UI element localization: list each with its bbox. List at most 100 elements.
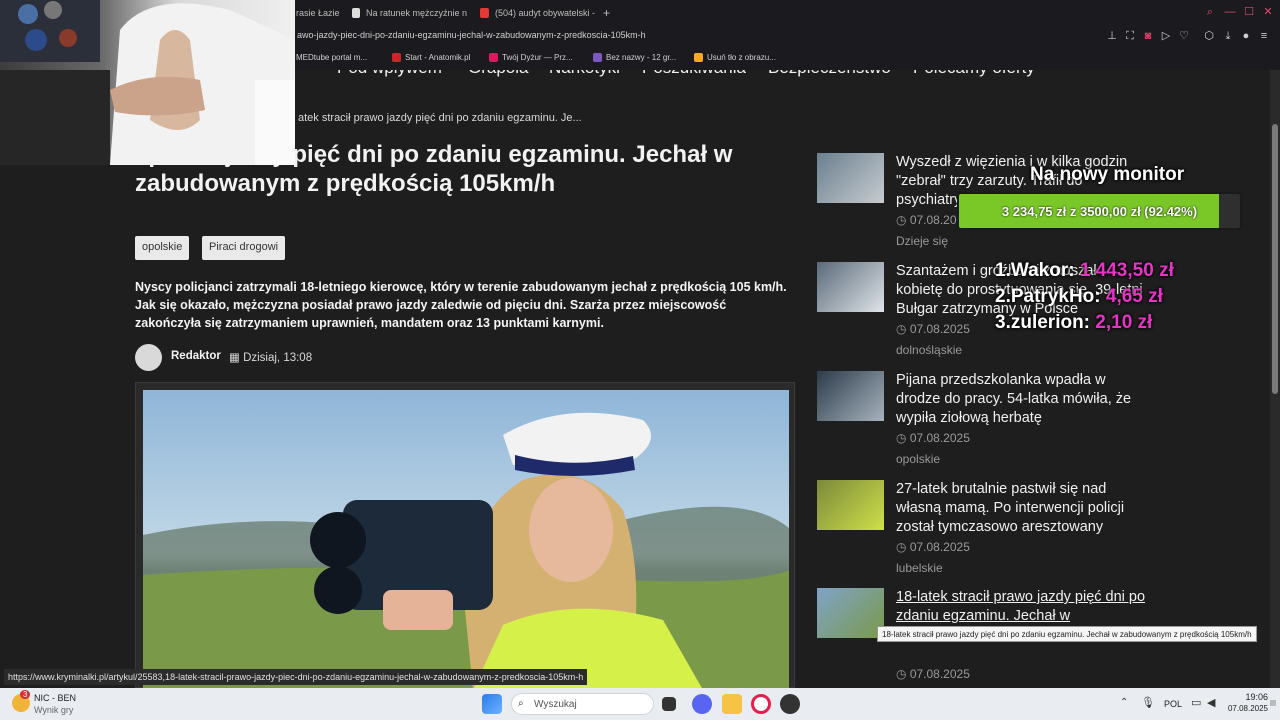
bookmark-usun-tlo[interactable]: Usuń tło z obrazu... [694, 53, 776, 62]
sidebar-date: ◷ 07.08.2025 [896, 431, 970, 445]
scrollbar-thumb[interactable] [1272, 124, 1278, 394]
sidebar-date-text: 07.08.2025 [909, 667, 970, 681]
taskbar: 3 NIC - BEN Wynik gry Wyszukaj ⌕ ⌃ 🎙 POL… [0, 688, 1280, 720]
calendar-icon: ▦ [229, 352, 244, 364]
leader-name: 1.Wakor: [995, 260, 1075, 281]
twoj-dyzur-icon [489, 53, 498, 62]
pin-icon[interactable]: ⊥ [1106, 30, 1118, 42]
anatomik-icon [392, 53, 401, 62]
goal-title: Na nowy monitor [1030, 164, 1185, 185]
taskbar-search[interactable]: Wyszukaj [511, 693, 654, 715]
minimize-icon[interactable]: — [1224, 6, 1236, 18]
bookmark-medtube[interactable]: MEDtube portal m... [296, 53, 367, 62]
tab-label: rasie Łazie [296, 7, 340, 18]
clock-icon: ◷ [896, 322, 910, 336]
volume-icon[interactable]: ◀ [1207, 696, 1215, 709]
language-indicator[interactable]: POL [1164, 699, 1182, 709]
bookmark-twoj-dyzur[interactable]: Twój Dyżur — Prz... [489, 53, 573, 62]
task-view-icon[interactable] [662, 697, 676, 711]
widget-title[interactable]: NIC - BEN [34, 693, 76, 703]
author-name[interactable]: Redaktor [171, 350, 221, 362]
page-icon [352, 7, 360, 18]
breadcrumb[interactable]: atek stracił prawo jazdy pięć dni po zda… [298, 112, 582, 124]
sidebar-date-text: 07.08.2025 [909, 431, 970, 445]
obs-icon[interactable] [780, 694, 800, 714]
sidebar-thumb [817, 262, 884, 312]
sidebar-date: ◷ 07.08.2025 [896, 322, 970, 336]
article-date: ▦ Dzisiaj, 13:08 [229, 350, 312, 364]
screenshot-icon[interactable]: ⛶ [1124, 30, 1136, 42]
file-explorer-icon[interactable] [722, 694, 742, 714]
leader-name: 3.zulerion: [995, 312, 1091, 333]
sidebar-region[interactable]: Dzieje się [896, 234, 948, 248]
sidebar-region[interactable]: opolskie [896, 452, 940, 466]
article-lead: Nyscy policjanci zatrzymali 18-letniego … [135, 280, 787, 330]
clock-time[interactable]: 19:06 [1230, 692, 1268, 702]
goal-progress-text: 3 234,75 zł z 3500,00 zł (92.42%) [1001, 204, 1198, 219]
weather-badge: 3 [20, 690, 31, 699]
bookmark-anatomik[interactable]: Start - Anatomik.pl [392, 53, 470, 62]
sidebar-thumb [817, 588, 884, 638]
sidebar-region[interactable]: dolnośląskie [896, 343, 962, 357]
article-date-text: Dzisiaj, 13:08 [243, 352, 313, 364]
status-url: https://www.kryminalki.pl/artykul/25583,… [4, 669, 588, 685]
sidebar-region[interactable]: lubelskie [896, 561, 943, 575]
policewoman-photo [143, 390, 789, 690]
sidebar-article-4[interactable]: 27-latek brutalnie pastwił się nad własn… [817, 480, 1147, 580]
chevron-up-icon[interactable]: ⌃ [1120, 697, 1128, 708]
link-tooltip: 18-latek stracił prawo jazdy pięć dni po… [877, 626, 1257, 642]
microphone-icon[interactable]: 🎙 [1141, 696, 1155, 709]
menu-icon[interactable]: ≡ [1258, 30, 1270, 42]
discord-icon[interactable] [692, 694, 712, 714]
leaderboard-row-3: 3.zulerion: 2,10 zł [995, 312, 1152, 334]
bookmark-bez-nazwy[interactable]: Bez nazwy - 12 gr... [593, 53, 676, 62]
sidebar-title[interactable]: Pijana przedszkolanka wpadła w drodze do… [896, 371, 1146, 428]
sidebar-title[interactable]: 27-latek brutalnie pastwił się nad własn… [896, 480, 1146, 537]
leaderboard-row-1: 1.Wakor: 1 443,50 zł [995, 260, 1174, 282]
leaderboard-row-2: 2.PatrykHo: 4,65 zł [995, 286, 1163, 308]
tab-label: Na ratunek mężczyźnie n [365, 7, 467, 18]
leader-name: 2.PatrykHo: [995, 286, 1101, 307]
tab-label: (504) audyt obywatelski - [494, 7, 595, 18]
bookmark-label: MEDtube portal m... [296, 53, 368, 62]
profile-icon[interactable]: ● [1240, 30, 1252, 42]
close-icon[interactable]: ✕ [1262, 6, 1274, 18]
bookmark-label: Usuń tło z obrazu... [707, 53, 776, 62]
extensions-icon[interactable]: ⬡ [1203, 30, 1215, 42]
scrollbar[interactable] [1270, 70, 1280, 688]
widget-subtitle: Wynik gry [34, 705, 74, 715]
youtube-icon [480, 7, 489, 18]
bookmark-label: Start - Anatomik.pl [405, 53, 471, 62]
clock-icon: ◷ [896, 213, 910, 227]
goal-progress-bar: 3 234,75 zł z 3500,00 zł (92.42%) [957, 192, 1242, 230]
clock-date[interactable]: 07.08.2025 [1222, 704, 1268, 713]
url-text[interactable]: awo-jazdy-piec-dni-po-zdaniu-egzaminu-je… [297, 30, 646, 40]
download-icon[interactable]: ⤓ [1222, 30, 1234, 42]
search-placeholder: Wyszukaj [534, 699, 577, 710]
search-icon[interactable]: ⌕ [1204, 6, 1216, 18]
sidebar-thumb [817, 480, 884, 530]
tag-piraci-drogowi[interactable]: Piraci drogowi [202, 236, 286, 260]
show-desktop-button[interactable] [1270, 700, 1276, 706]
removebg-icon [694, 53, 703, 62]
sidebar-article-3[interactable]: Pijana przedszkolanka wpadła w drodze do… [817, 371, 1147, 471]
clock-icon: ◷ [896, 540, 910, 554]
heart-icon[interactable]: ♡ [1178, 30, 1190, 42]
sidebar-date-text: 07.08.2025 [909, 540, 970, 554]
clock-icon: ◷ [896, 431, 910, 445]
monitor-icon[interactable]: ▭ [1191, 696, 1201, 709]
webcam-overlay [0, 0, 295, 165]
bookmark-label: Bez nazwy - 12 gr... [606, 53, 677, 62]
tag-opolskie[interactable]: opolskie [135, 236, 190, 260]
pocket-icon[interactable]: ◙ [1142, 30, 1154, 42]
article-image[interactable] [135, 382, 795, 690]
sidebar-date: ◷ 07.08.2025 [896, 540, 970, 554]
new-tab-button[interactable]: + [603, 4, 615, 21]
opera-gx-icon[interactable] [751, 694, 771, 714]
windows-start-icon[interactable] [482, 694, 502, 714]
maximize-icon[interactable]: ☐ [1243, 6, 1255, 18]
tab-2[interactable]: Na ratunek mężczyźnie n [352, 4, 467, 21]
tab-3[interactable]: (504) audyt obywatelski - [480, 4, 595, 21]
tab-1[interactable]: rasie Łazie [296, 4, 346, 21]
play-icon[interactable]: ▷ [1160, 30, 1172, 42]
